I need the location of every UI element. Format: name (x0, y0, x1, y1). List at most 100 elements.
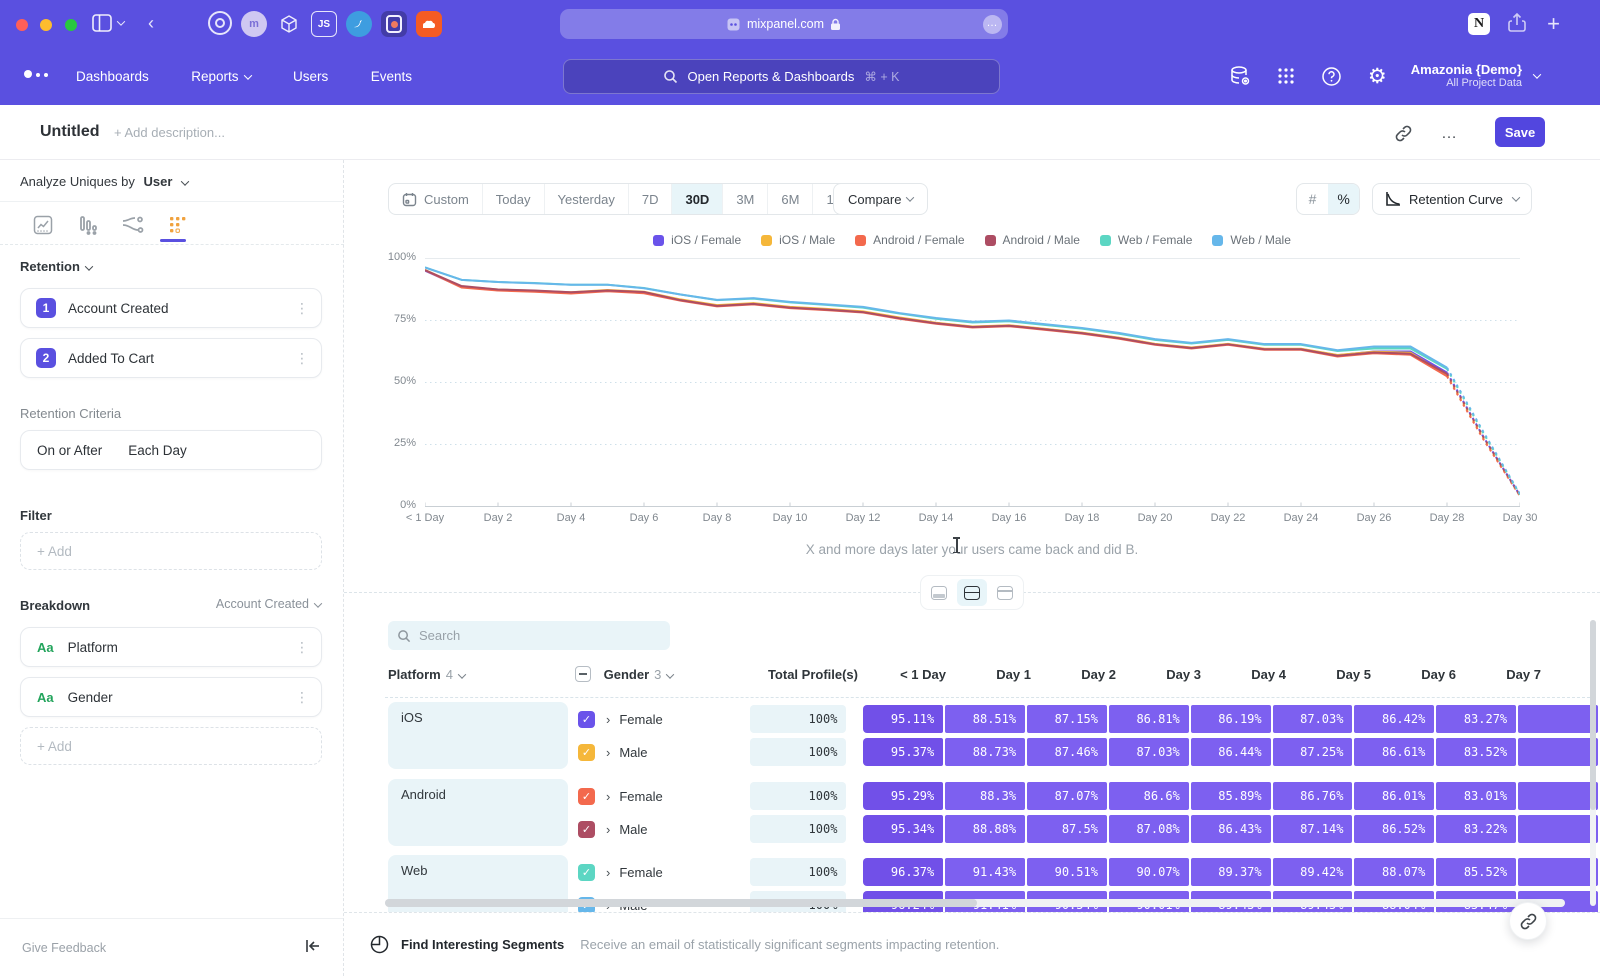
day-column-header[interactable]: Day 5 (1300, 660, 1383, 690)
retention-value-cell[interactable]: 83.52% (1436, 738, 1516, 766)
vertical-scrollbar-thumb[interactable] (1590, 620, 1596, 810)
chart-type-select[interactable]: Retention Curve (1372, 183, 1532, 215)
retention-step-1[interactable]: 1 Account Created ⋮ (20, 288, 322, 328)
retention-value-cell[interactable]: 86.01% (1354, 782, 1434, 810)
address-more-button[interactable]: … (983, 15, 1002, 34)
give-feedback-link[interactable]: Give Feedback (22, 941, 106, 955)
legend-item[interactable]: iOS / Female (653, 233, 741, 247)
tab-app-icon-target[interactable] (208, 11, 232, 35)
tab-app-icon-soundcloud[interactable] (416, 11, 442, 37)
range-30d[interactable]: 30D (671, 184, 722, 214)
gender-cell[interactable]: ✓›Female (575, 864, 747, 881)
window-controls[interactable] (16, 18, 85, 36)
step-options-menu[interactable]: ⋮ (295, 300, 309, 317)
retention-value-cell[interactable]: 86.76% (1273, 782, 1353, 810)
criteria-mode-select[interactable]: On or After (37, 443, 102, 458)
horizontal-scrollbar-thumb[interactable] (385, 899, 977, 907)
gender-cell[interactable]: ✓›Male (575, 821, 747, 838)
retention-value-cell[interactable]: 87.08% (1109, 815, 1189, 843)
global-search[interactable]: Open Reports & Dashboards ⌘ + K (563, 59, 1000, 94)
vertical-scrollbar[interactable] (1590, 620, 1596, 906)
day-column-header[interactable]: Day 2 (1045, 660, 1128, 690)
series-checkbox[interactable]: ✓ (578, 788, 595, 805)
breakdown-options-menu[interactable]: ⋮ (295, 689, 309, 706)
compare-button[interactable]: Compare (833, 183, 928, 215)
sidebar-toggle-icon[interactable] (92, 14, 124, 32)
retention-value-cell[interactable]: 89.37% (1191, 858, 1271, 886)
step-options-menu[interactable]: ⋮ (295, 350, 309, 367)
step-event-label[interactable]: Added To Cart (68, 351, 154, 366)
retention-value-cell-clipped[interactable] (1518, 738, 1598, 766)
tab-funnels-icon[interactable] (77, 214, 99, 236)
retention-value-cell[interactable]: 86.44% (1191, 738, 1271, 766)
mixpanel-logo[interactable] (24, 70, 48, 78)
retention-value-cell[interactable]: 86.61% (1354, 738, 1434, 766)
nav-users[interactable]: Users (293, 69, 328, 84)
tab-app-icon-js[interactable]: JS (311, 11, 337, 37)
tab-flows-icon[interactable] (122, 214, 144, 236)
new-tab-icon[interactable]: + (1547, 11, 1560, 37)
retention-value-cell-clipped[interactable] (1518, 705, 1598, 733)
layout-chart-only-button[interactable] (924, 579, 954, 606)
maximize-window-button[interactable] (65, 19, 77, 31)
retention-value-cell-clipped[interactable] (1518, 815, 1598, 843)
gender-cell[interactable]: ✓›Male (575, 744, 747, 761)
find-segments-link[interactable]: Find Interesting Segments (401, 937, 564, 952)
series-checkbox[interactable]: ✓ (578, 821, 595, 838)
expand-row-icon[interactable]: › (606, 822, 610, 837)
analyze-entity-select[interactable]: User (144, 174, 173, 189)
day-column-header[interactable]: Day 1 (960, 660, 1043, 690)
breakdown-platform-card[interactable]: Aa Platform ⋮ (20, 627, 322, 667)
retention-value-cell[interactable]: 86.19% (1191, 705, 1271, 733)
report-more-menu[interactable]: … (1441, 125, 1458, 143)
project-switcher[interactable]: Amazonia {Demo} All Project Data (1411, 62, 1540, 90)
retention-value-cell[interactable]: 87.07% (1027, 782, 1107, 810)
total-profiles-header[interactable]: Total Profile(s) (758, 660, 858, 690)
retention-value-cell[interactable]: 88.88% (945, 815, 1025, 843)
range-3m[interactable]: 3M (722, 184, 767, 214)
expand-row-icon[interactable]: › (606, 712, 610, 727)
retention-value-cell[interactable]: 87.03% (1109, 738, 1189, 766)
range-yesterday[interactable]: Yesterday (544, 184, 628, 214)
series-checkbox[interactable]: ✓ (578, 864, 595, 881)
retention-value-cell[interactable]: 88.51% (945, 705, 1025, 733)
retention-value-cell[interactable]: 96.37% (863, 858, 943, 886)
retention-value-cell[interactable]: 88.07% (1354, 858, 1434, 886)
legend-item[interactable]: Web / Male (1212, 233, 1290, 247)
retention-value-cell[interactable]: 85.52% (1436, 858, 1516, 886)
retention-value-cell[interactable]: 88.3% (945, 782, 1025, 810)
range-7d[interactable]: 7D (628, 184, 672, 214)
day-column-header[interactable]: Day 7 (1470, 660, 1553, 690)
nav-events[interactable]: Events (371, 69, 412, 84)
save-button[interactable]: Save (1495, 117, 1545, 147)
nav-reports[interactable]: Reports (191, 69, 250, 84)
tab-app-icon-avatar[interactable]: m (241, 11, 267, 37)
add-filter-button[interactable]: + Add (20, 532, 322, 570)
platform-cell[interactable]: Android (388, 779, 568, 846)
copy-link-icon[interactable] (1395, 125, 1412, 147)
breakdown-gender-card[interactable]: Aa Gender ⋮ (20, 677, 322, 717)
day-column-header[interactable]: < 1 Day (875, 660, 958, 690)
add-breakdown-button[interactable]: + Add (20, 727, 322, 765)
retention-value-cell[interactable]: 83.22% (1436, 815, 1516, 843)
retention-value-cell[interactable]: 88.73% (945, 738, 1025, 766)
analyze-uniques-row[interactable]: Analyze Uniques by User (20, 174, 188, 189)
retention-value-cell[interactable]: 87.14% (1273, 815, 1353, 843)
retention-value-cell-clipped[interactable] (1518, 782, 1598, 810)
notion-extension-icon[interactable]: N (1468, 13, 1490, 35)
retention-value-cell[interactable]: 87.15% (1027, 705, 1107, 733)
collapse-sidebar-icon[interactable] (305, 939, 321, 956)
retention-value-cell[interactable]: 91.43% (945, 858, 1025, 886)
gender-column-header[interactable]: Gender3 (575, 660, 673, 690)
retention-value-cell[interactable]: 85.89% (1191, 782, 1271, 810)
share-link-floating-button[interactable] (1509, 902, 1547, 940)
settings-gear-icon[interactable]: ⚙ (1368, 64, 1387, 89)
tab-app-icon-cube[interactable] (276, 11, 302, 37)
legend-item[interactable]: Android / Female (855, 233, 964, 247)
retention-value-cell[interactable]: 83.01% (1436, 782, 1516, 810)
platform-cell[interactable]: iOS (388, 702, 568, 769)
apps-grid-icon[interactable] (1277, 67, 1295, 85)
close-window-button[interactable] (16, 19, 28, 31)
layout-table-only-button[interactable] (990, 579, 1020, 606)
table-search[interactable] (388, 621, 670, 650)
